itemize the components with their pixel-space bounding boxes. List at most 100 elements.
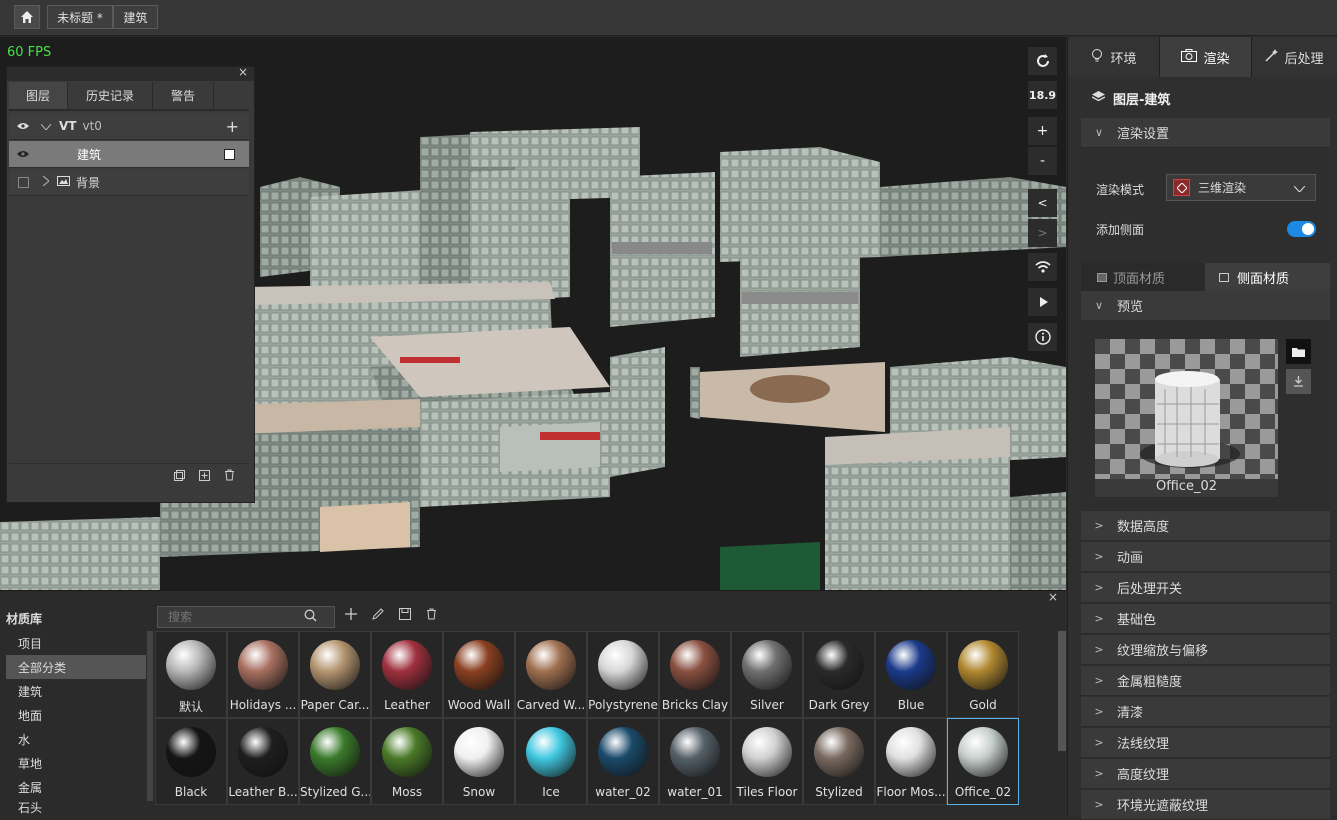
info-button[interactable]: [1028, 323, 1057, 351]
play-button[interactable]: [1028, 288, 1057, 316]
square-icon: [1219, 272, 1229, 282]
material-tile[interactable]: 默认: [155, 631, 227, 718]
material-tile[interactable]: Ice: [515, 718, 587, 805]
material-tile[interactable]: Paper Car...: [299, 631, 371, 718]
next-view-button[interactable]: >: [1028, 219, 1057, 247]
material-tile[interactable]: Carved W...: [515, 631, 587, 718]
add-icon[interactable]: [345, 608, 357, 623]
material-tile[interactable]: Office_02: [947, 718, 1019, 805]
material-tile[interactable]: Leather B...: [227, 718, 299, 805]
section-height-texture[interactable]: > 高度纹理: [1081, 759, 1330, 789]
category-item-selected[interactable]: 全部分类: [6, 655, 146, 679]
add-layer-button[interactable]: +: [226, 117, 239, 136]
chevron-right-icon[interactable]: [37, 175, 55, 189]
visibility-checkbox[interactable]: [9, 176, 37, 188]
material-name: Paper Car...: [300, 698, 370, 712]
search-icon[interactable]: [304, 609, 317, 625]
material-preview-sphere: [526, 727, 576, 777]
layer-color-swatch[interactable]: [224, 148, 235, 160]
section-label: 金属粗糙度: [1117, 675, 1183, 690]
category-item[interactable]: 建筑: [6, 679, 146, 703]
trash-icon[interactable]: [426, 608, 437, 623]
material-preview-sphere: [382, 727, 432, 777]
section-preview[interactable]: ∨ 预览: [1081, 291, 1330, 321]
category-item[interactable]: 石头: [6, 799, 146, 815]
section-animation[interactable]: > 动画: [1081, 542, 1330, 572]
material-tile[interactable]: Silver: [731, 631, 803, 718]
side-face-toggle[interactable]: [1287, 221, 1316, 237]
category-scrollbar[interactable]: [147, 631, 153, 801]
section-postprocess-switch[interactable]: > 后处理开关: [1081, 573, 1330, 603]
layer-row-vt[interactable]: VT vt0 +: [9, 113, 249, 140]
category-item[interactable]: 地面: [6, 703, 146, 727]
category-item[interactable]: 水: [6, 727, 146, 751]
section-texture-scale[interactable]: > 纹理缩放与偏移: [1081, 635, 1330, 665]
3d-viewport[interactable]: 60 FPS 18.9 + - < > × 图层 历史记录 警告 VT vt0 …: [0, 37, 1066, 590]
chevron-right-icon: >: [1094, 674, 1104, 687]
material-tile[interactable]: Stylized: [803, 718, 875, 805]
category-item[interactable]: 草地: [6, 751, 146, 775]
open-folder-button[interactable]: [1286, 339, 1311, 364]
search-input[interactable]: [168, 610, 298, 624]
zoom-in-button[interactable]: +: [1028, 117, 1057, 145]
layers-panel-close-button[interactable]: ×: [238, 65, 248, 79]
wifi-button[interactable]: [1028, 253, 1057, 281]
chevron-down-icon[interactable]: [37, 119, 55, 133]
prev-view-button[interactable]: <: [1028, 189, 1057, 217]
section-clearcoat[interactable]: > 清漆: [1081, 697, 1330, 727]
save-icon[interactable]: [399, 608, 411, 623]
material-tile[interactable]: water_01: [659, 718, 731, 805]
material-tile[interactable]: Dark Grey: [803, 631, 875, 718]
home-button[interactable]: [14, 5, 40, 29]
layer-row-background[interactable]: 背景: [9, 169, 249, 196]
tab-side-material[interactable]: 侧面材质: [1205, 263, 1330, 291]
zoom-out-button[interactable]: -: [1028, 147, 1057, 175]
category-item[interactable]: 项目: [6, 631, 146, 655]
download-button[interactable]: [1286, 369, 1311, 394]
tab-postprocess[interactable]: 后处理: [1252, 37, 1337, 77]
tab-top-material-label: 顶面材质: [1113, 271, 1166, 287]
visibility-eye-icon[interactable]: [9, 147, 37, 161]
section-base-color[interactable]: > 基础色: [1081, 604, 1330, 634]
duplicate-icon[interactable]: [174, 469, 185, 484]
material-tile[interactable]: Holidays ...: [227, 631, 299, 718]
edit-icon[interactable]: [372, 608, 384, 623]
search-field[interactable]: [157, 606, 335, 628]
material-tile[interactable]: Wood Wall: [443, 631, 515, 718]
tab-top-material[interactable]: 顶面材质: [1081, 263, 1205, 291]
section-normal-texture[interactable]: > 法线纹理: [1081, 728, 1330, 758]
material-tile[interactable]: water_02: [587, 718, 659, 805]
material-preview-sphere: [382, 640, 432, 690]
breadcrumb-project[interactable]: 未标题 *: [47, 5, 113, 29]
add-group-icon[interactable]: [199, 469, 210, 484]
layer-row-building[interactable]: 建筑: [9, 141, 249, 168]
reset-view-button[interactable]: [1028, 47, 1057, 75]
material-tile[interactable]: Polystyrene: [587, 631, 659, 718]
grid-scrollbar[interactable]: [1058, 631, 1066, 751]
tab-environment[interactable]: 环境: [1068, 37, 1160, 77]
render-mode-select[interactable]: 三维渲染: [1166, 174, 1316, 201]
category-item[interactable]: 金属: [6, 775, 146, 799]
material-tile[interactable]: Gold: [947, 631, 1019, 718]
tab-history[interactable]: 历史记录: [68, 82, 153, 109]
section-data-height[interactable]: > 数据高度: [1081, 511, 1330, 541]
breadcrumb-layer[interactable]: 建筑: [113, 5, 158, 29]
material-tile[interactable]: Snow: [443, 718, 515, 805]
material-tile[interactable]: Blue: [875, 631, 947, 718]
material-tile[interactable]: Black: [155, 718, 227, 805]
material-tile[interactable]: Floor Mos...: [875, 718, 947, 805]
visibility-eye-icon[interactable]: [9, 119, 37, 133]
trash-icon[interactable]: [224, 469, 235, 484]
material-tile[interactable]: Stylized G...: [299, 718, 371, 805]
material-library-close-button[interactable]: ×: [1048, 590, 1058, 604]
tab-render[interactable]: 渲染: [1160, 37, 1252, 77]
material-tile[interactable]: Leather: [371, 631, 443, 718]
material-name: Polystyrene: [588, 698, 658, 712]
tab-warnings[interactable]: 警告: [153, 82, 214, 109]
section-metal-roughness[interactable]: > 金属粗糙度: [1081, 666, 1330, 696]
section-render-settings[interactable]: ∨ 渲染设置: [1081, 118, 1330, 148]
material-tile[interactable]: Tiles Floor: [731, 718, 803, 805]
material-tile[interactable]: Bricks Clay: [659, 631, 731, 718]
material-tile[interactable]: Moss: [371, 718, 443, 805]
tab-layers[interactable]: 图层: [9, 82, 68, 109]
